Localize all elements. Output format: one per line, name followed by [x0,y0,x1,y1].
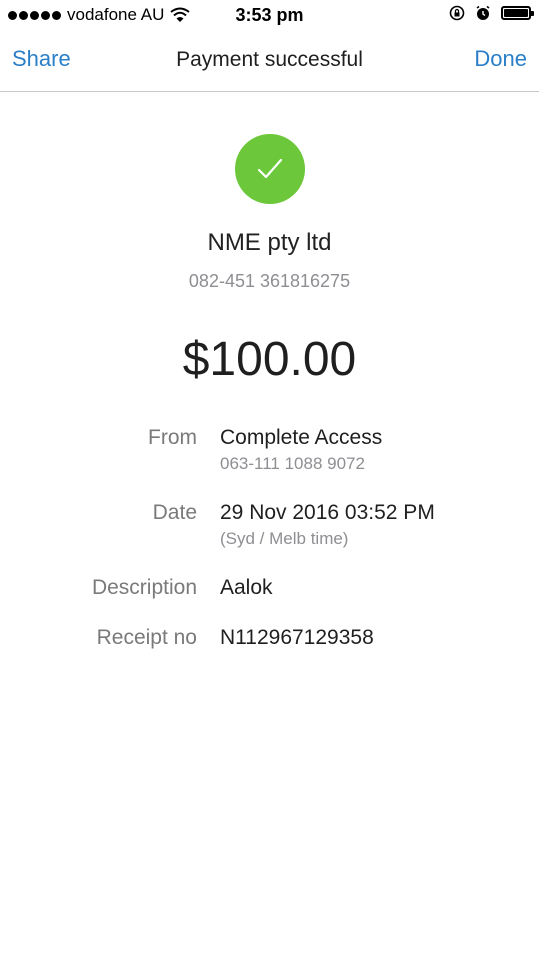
from-label: From [148,426,197,449]
from-value: Complete Access [220,426,383,449]
description-value: Aalok [220,576,273,599]
payment-amount: $100.00 [182,333,357,386]
date-value: 29 Nov 2016 03:52 PM [220,501,435,524]
success-badge [235,134,305,204]
receipt-label: Receipt no [96,626,197,649]
page-title: Payment successful [176,48,363,71]
rotation-lock-icon [449,5,465,21]
done-button[interactable]: Done [474,46,527,72]
receipt-value: N112967129358 [220,626,374,649]
date-label: Date [152,501,197,524]
status-bar: vodafone AU 3:53 pm [0,0,539,30]
description-label: Description [91,576,197,599]
checkmark-icon [257,158,283,179]
navigation-bar: Share Payment successful Done [0,30,539,92]
from-account: 063-111 1088 9072 [220,454,365,473]
payee-account: 082-451 361816275 [188,271,351,291]
status-right [449,5,534,21]
alarm-icon [475,5,491,21]
payee-name: NME pty ltd [207,229,332,256]
date-note: (Syd / Melb time) [220,529,349,548]
battery-icon [501,6,534,20]
